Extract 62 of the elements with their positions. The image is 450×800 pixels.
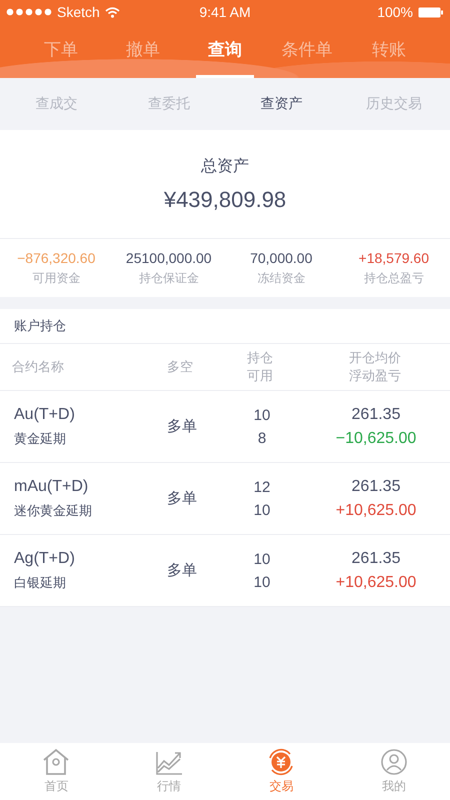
contract-code: Ag(T+D) <box>14 550 75 568</box>
wifi-icon <box>104 6 120 18</box>
position-quantity: 10 <box>254 406 270 424</box>
summary-value: 70,000.00 <box>250 250 312 266</box>
column-header: 开仓均价 <box>349 350 401 367</box>
floating-pnl: +10,625.00 <box>336 502 416 520</box>
nav-tab[interactable]: 转账 <box>360 24 418 78</box>
column-header: 可用 <box>247 368 273 385</box>
position-row[interactable]: Ag(T+D) 白银延期 多单 10 10 261.35 +10,625.00 <box>0 535 450 607</box>
floating-pnl: −10,625.00 <box>336 430 416 448</box>
summary-label: 冻结资金 <box>257 270 306 286</box>
available-quantity: 8 <box>258 430 266 446</box>
nav-tab[interactable]: 撤单 <box>114 24 172 78</box>
summary-label: 持仓总盈亏 <box>364 270 424 286</box>
nav-tab[interactable]: 下单 <box>32 24 90 78</box>
total-assets-label: 总资产 <box>201 156 249 176</box>
open-price: 261.35 <box>352 478 400 496</box>
sub-tab[interactable]: 历史交易 <box>338 94 450 114</box>
summary-value: −876,320.60 <box>17 250 96 266</box>
contract-name: 迷你黄金延期 <box>14 502 92 520</box>
battery-icon <box>418 6 444 18</box>
direction-text: 多单 <box>167 561 197 580</box>
signal-icon <box>6 8 52 16</box>
carrier-name: Sketch <box>57 4 100 20</box>
summary-value: 25100,000.00 <box>126 250 212 266</box>
contract-code: mAu(T+D) <box>14 478 88 496</box>
house-icon <box>41 748 72 776</box>
nav-tab[interactable]: 查询 <box>196 24 254 78</box>
position-row[interactable]: Au(T+D) 黄金延期 多单 10 8 261.35 −10,625.00 <box>0 391 450 463</box>
available-quantity: 10 <box>254 502 270 518</box>
floating-pnl: +10,625.00 <box>336 574 416 592</box>
status-time: 9:41 AM <box>199 4 251 20</box>
section-title: 账户持仓 <box>14 318 66 335</box>
column-header: 浮动盈亏 <box>349 368 401 385</box>
contract-code: Au(T+D) <box>14 406 75 424</box>
position-row[interactable]: mAu(T+D) 迷你黄金延期 多单 12 10 261.35 +10,625.00 <box>0 463 450 535</box>
tab-bar-item[interactable]: 我的 <box>338 743 450 800</box>
tab-bar-item[interactable]: 行情 <box>112 743 225 800</box>
open-price: 261.35 <box>352 550 400 568</box>
tab-bar-item[interactable]: 首页 <box>0 743 112 800</box>
position-quantity: 10 <box>254 550 270 568</box>
summary-label: 可用资金 <box>32 270 80 286</box>
tab-bar-item[interactable]: 交易 <box>225 743 338 800</box>
user-icon <box>378 748 409 776</box>
sub-tab[interactable]: 查资产 <box>225 94 338 114</box>
available-quantity: 10 <box>254 574 270 590</box>
summary-label: 持仓保证金 <box>138 270 199 286</box>
contract-name: 白银延期 <box>14 574 66 592</box>
column-header: 合约名称 <box>12 359 64 376</box>
direction-text: 多单 <box>167 417 197 436</box>
contract-name: 黄金延期 <box>14 430 66 448</box>
sub-tab[interactable]: 查成交 <box>0 94 112 114</box>
sub-tab[interactable]: 查委托 <box>112 94 225 114</box>
open-price: 261.35 <box>352 406 400 424</box>
battery-percent: 100% <box>377 4 413 20</box>
column-header: 多空 <box>167 359 193 376</box>
summary-value: +18,579.60 <box>358 250 429 266</box>
direction-text: 多单 <box>167 489 197 508</box>
column-header: 持仓 <box>247 350 273 367</box>
nav-tab[interactable]: 条件单 <box>278 24 336 78</box>
total-assets-value: ¥439,809.98 <box>164 186 286 212</box>
position-quantity: 12 <box>254 478 270 496</box>
